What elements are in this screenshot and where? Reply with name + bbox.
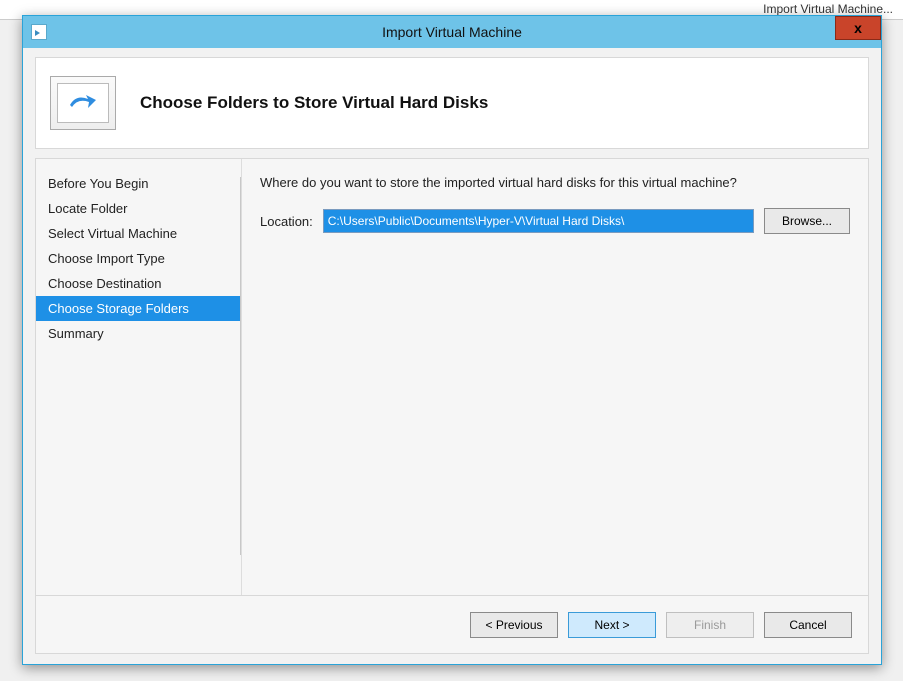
close-icon: x [854,20,862,36]
titlebar: Import Virtual Machine x [23,16,881,48]
page-title: Choose Folders to Store Virtual Hard Dis… [140,93,488,113]
location-row: Location: Browse... [260,208,850,234]
finish-button[interactable]: Finish [666,612,754,638]
browse-button[interactable]: Browse... [764,208,850,234]
wizard-window: Import Virtual Machine x Choose Folders … [22,15,882,665]
footer: < Previous Next > Finish Cancel [35,596,869,654]
step-summary[interactable]: Summary [36,321,241,346]
step-before-you-begin[interactable]: Before You Begin [36,171,241,196]
arrow-icon [66,90,100,116]
step-select-virtual-machine[interactable]: Select Virtual Machine [36,221,241,246]
location-label: Location: [260,214,313,229]
step-locate-folder[interactable]: Locate Folder [36,196,241,221]
close-button[interactable]: x [835,16,881,40]
previous-button[interactable]: < Previous [470,612,558,638]
header-panel: Choose Folders to Store Virtual Hard Dis… [35,57,869,149]
next-button[interactable]: Next > [568,612,656,638]
wizard-steps: Before You Begin Locate Folder Select Vi… [36,159,242,595]
step-choose-destination[interactable]: Choose Destination [36,271,241,296]
window-title: Import Virtual Machine [23,24,881,40]
system-menu-icon[interactable] [31,24,47,40]
body: Before You Begin Locate Folder Select Vi… [35,158,869,596]
cancel-button[interactable]: Cancel [764,612,852,638]
step-choose-storage-folders[interactable]: Choose Storage Folders [36,296,241,321]
content-pane: Where do you want to store the imported … [242,159,868,595]
wizard-icon [50,76,116,130]
step-choose-import-type[interactable]: Choose Import Type [36,246,241,271]
location-input[interactable] [323,209,754,233]
prompt-text: Where do you want to store the imported … [260,175,850,190]
